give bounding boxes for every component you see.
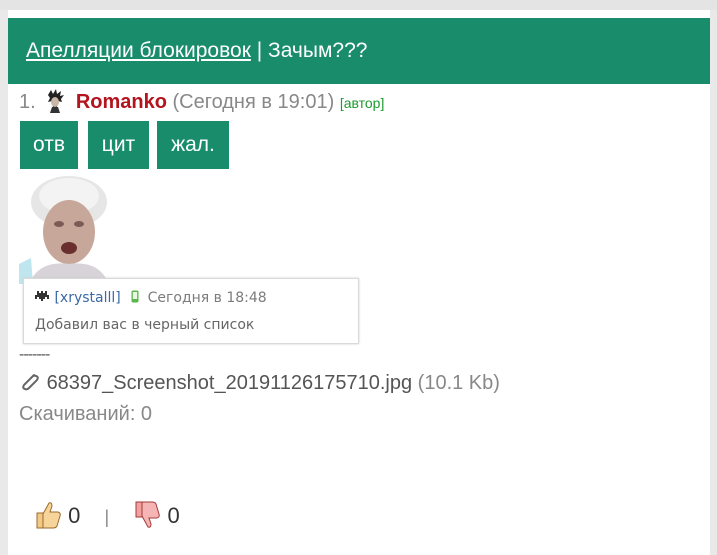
- reply-button[interactable]: отв: [20, 121, 78, 169]
- quote-time: Сегодня в 18:48: [147, 290, 267, 306]
- quote-user[interactable]: [xrystalll]: [54, 290, 120, 306]
- quote-button[interactable]: цит: [88, 121, 149, 169]
- header-separator: |: [250, 39, 269, 62]
- report-button[interactable]: жал.: [157, 121, 229, 169]
- rating: 0 | 0: [34, 500, 180, 532]
- dislikes-count: 0: [167, 503, 180, 528]
- attachment-size: (10.1 Kb): [417, 372, 500, 394]
- quote-text: Добавил вас в черный список: [35, 317, 255, 333]
- forum-link[interactable]: Апелляции блокировок: [26, 39, 251, 62]
- quote-header: [xrystalll] Сегодня в 18:48: [34, 290, 267, 306]
- quoted-image[interactable]: [19, 174, 119, 284]
- author-name[interactable]: Romanko: [76, 91, 167, 113]
- phone-icon: [131, 290, 139, 303]
- post-number: 1.: [19, 91, 36, 113]
- post-meta: 1. Romanko (Сегодня в 19:01) [автор]: [19, 88, 384, 116]
- paperclip-icon: [19, 372, 41, 392]
- topic-title: Зачым???: [268, 39, 368, 62]
- post-time: (Сегодня в 19:01): [172, 91, 335, 113]
- attachment: 68397_Screenshot_20191126175710.jpg (10.…: [19, 372, 500, 395]
- thumbs-down-icon[interactable]: [133, 500, 161, 530]
- post-card: Апелляции блокировок | Зачым??? 1. Roman…: [8, 10, 710, 555]
- signature-separator: -------: [19, 346, 50, 363]
- rating-divider: |: [104, 507, 110, 527]
- thumbs-up-icon[interactable]: [34, 500, 62, 530]
- attachment-file-link[interactable]: 68397_Screenshot_20191126175710.jpg: [47, 372, 413, 394]
- quoted-message: [xrystalll] Сегодня в 18:48 Добавил вас …: [23, 278, 359, 344]
- invader-icon: [34, 291, 50, 303]
- author-avatar-icon[interactable]: [44, 89, 66, 113]
- author-role: [автор]: [339, 95, 385, 111]
- topic-header: Апелляции блокировок | Зачым???: [8, 18, 710, 84]
- top-strip: [0, 0, 717, 10]
- download-count: Скачиваний: 0: [19, 403, 153, 425]
- likes-count: 0: [68, 503, 81, 528]
